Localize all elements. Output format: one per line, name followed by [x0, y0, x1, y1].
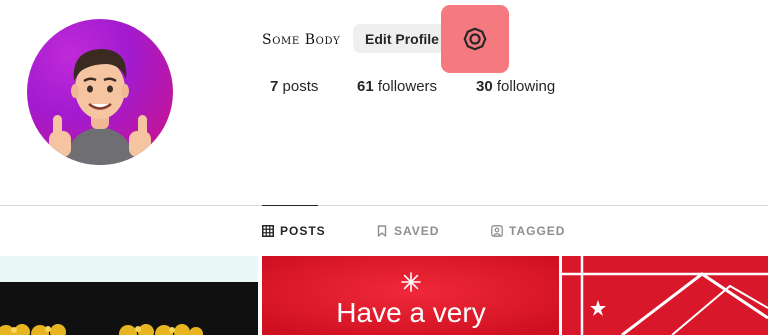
following-link[interactable]: 30 following: [476, 78, 555, 96]
profile-divider: [0, 205, 768, 206]
followers-label: followers: [377, 78, 438, 95]
posts-count-label: posts: [282, 78, 319, 95]
post-thumbnail[interactable]: Have a very: [262, 256, 559, 335]
snowflake-icon: [401, 272, 421, 292]
grid-icon: [262, 225, 274, 237]
post-text: Have a very: [336, 297, 485, 328]
posts-count: 7 posts: [270, 78, 318, 96]
settings-button[interactable]: [441, 5, 509, 73]
posts-count-value: 7: [270, 78, 279, 95]
post-image: Have a very: [262, 256, 559, 335]
tagged-icon: [491, 225, 503, 237]
profile-avatar[interactable]: [27, 19, 173, 165]
tab-tagged-label: TAGGED: [509, 224, 566, 238]
username: Some Body: [262, 32, 341, 48]
bookmark-icon: [377, 225, 387, 237]
tab-posts[interactable]: POSTS: [262, 223, 326, 239]
tab-saved-label: SAVED: [394, 224, 440, 238]
tab-saved[interactable]: SAVED: [376, 223, 439, 239]
followers-link[interactable]: 61 followers: [357, 78, 437, 96]
avatar-image: [49, 49, 151, 165]
following-count-value: 30: [476, 78, 493, 95]
post-image: [0, 256, 258, 335]
post-image: [562, 256, 768, 335]
post-thumbnail[interactable]: [562, 256, 768, 335]
edit-profile-button[interactable]: Edit Profile: [353, 24, 451, 53]
followers-count-value: 61: [357, 78, 374, 95]
post-thumbnail[interactable]: [0, 256, 258, 335]
settings-icon: [463, 27, 487, 51]
tab-tagged[interactable]: TAGGED: [491, 223, 565, 239]
following-label: following: [496, 78, 556, 95]
tab-posts-label: POSTS: [280, 224, 326, 238]
active-tab-indicator: [262, 205, 318, 206]
